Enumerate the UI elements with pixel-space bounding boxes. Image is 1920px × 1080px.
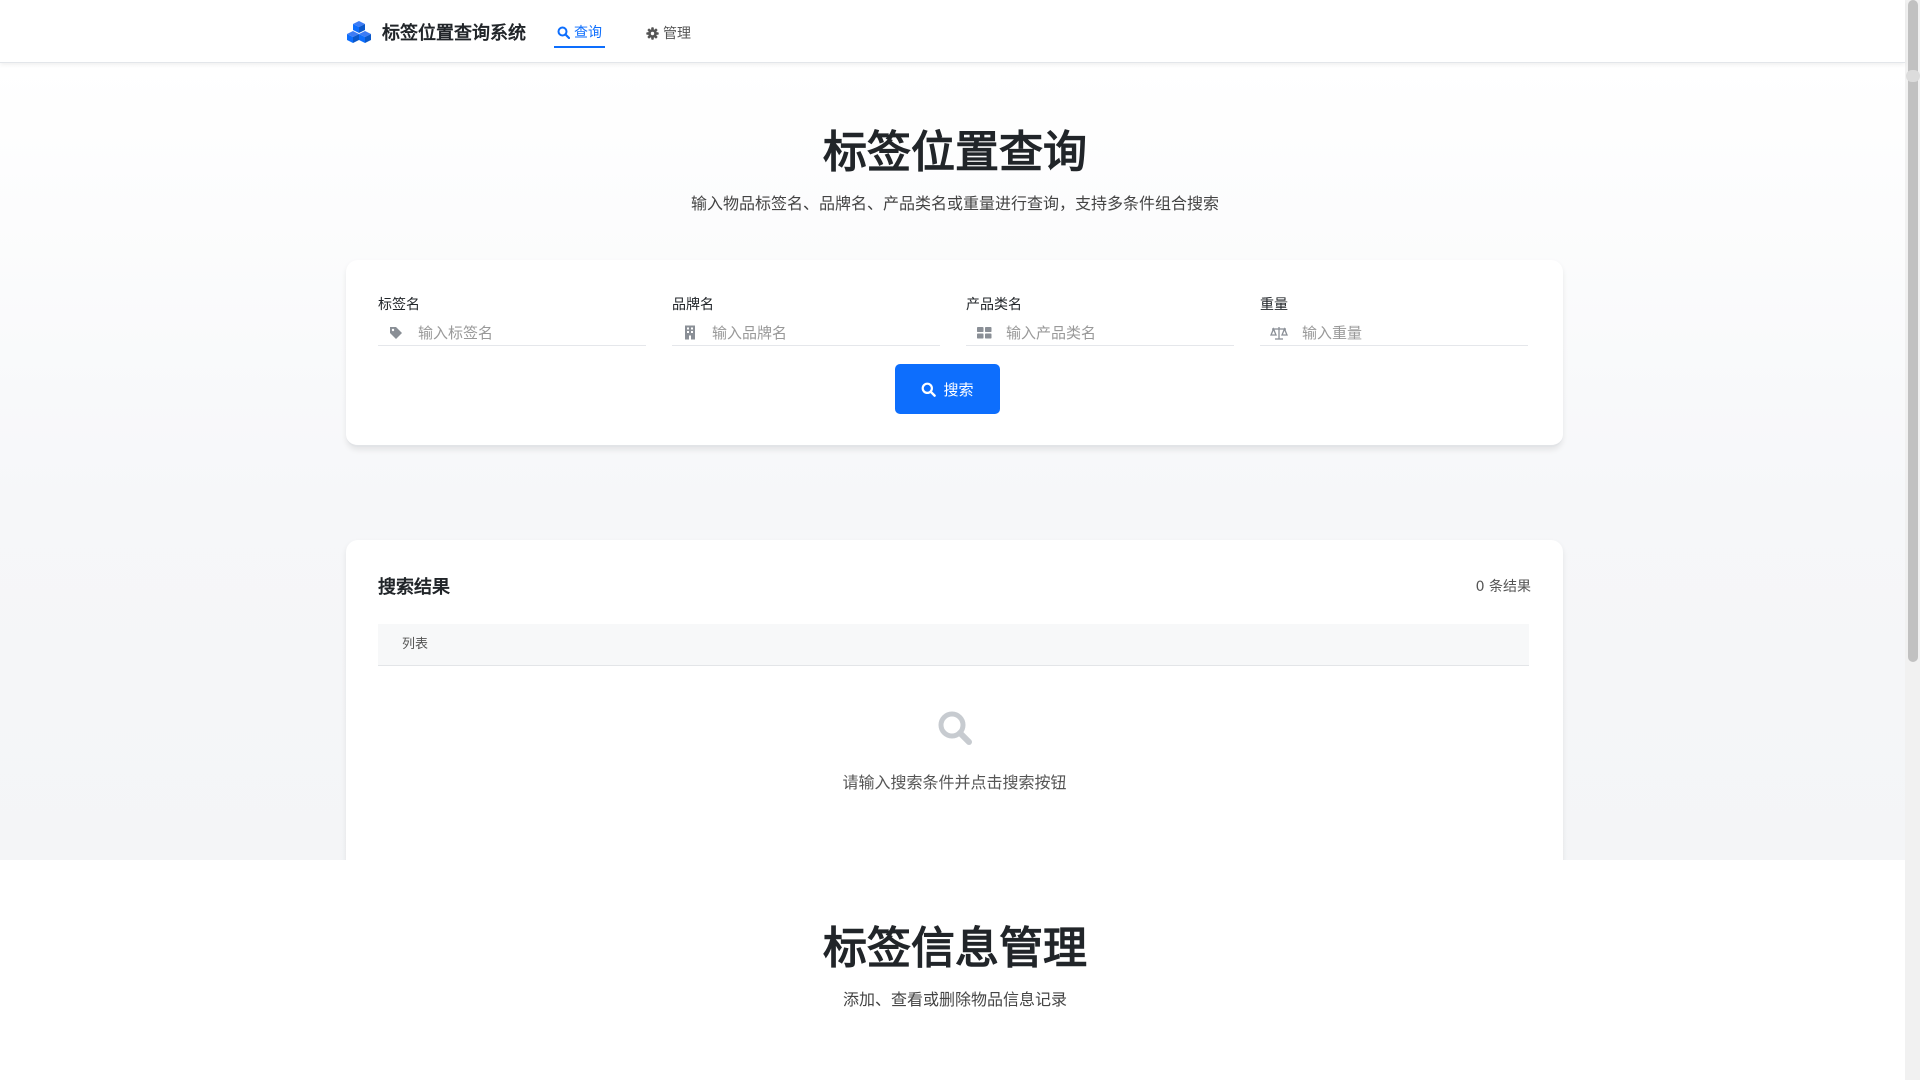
nav-tab-search-label: 查询 (574, 25, 602, 41)
manage-section: 标签信息管理 添加、查看或删除物品信息记录 (0, 860, 1905, 1080)
empty-state-search-icon (937, 710, 973, 750)
results-count: 0 条结果 (1475, 579, 1531, 595)
product-class-input[interactable] (1006, 323, 1206, 342)
manage-page-title: 标签信息管理 (823, 923, 1087, 974)
tag-name-field: 标签名 (378, 294, 646, 346)
empty-state-text: 请输入搜索条件并点击搜索按钮 (842, 773, 1067, 792)
search-icon (921, 382, 937, 397)
brand-title: 标签位置查询系统 (382, 23, 526, 44)
nav-tab-search[interactable]: 查询 (554, 20, 605, 48)
product-class-field: 产品类名 (966, 294, 1234, 346)
nav-tab-manage-label: 管理 (663, 26, 691, 42)
brand-name-input-box (672, 320, 940, 346)
product-class-label: 产品类名 (966, 297, 1022, 313)
scale-icon (1270, 325, 1288, 341)
results-table-header: 列表 (378, 624, 1529, 666)
page-scrollbar-nub (1906, 70, 1920, 82)
results-title: 搜索结果 (378, 577, 450, 598)
manage-page-subtitle: 添加、查看或删除物品信息记录 (842, 990, 1067, 1009)
tag-name-input-box (378, 320, 646, 346)
weight-input[interactable] (1302, 323, 1502, 342)
top-navbar: 标签位置查询系统 查询 管理 (0, 0, 1905, 63)
grid-icon (976, 325, 992, 341)
search-button[interactable]: 搜索 (895, 364, 1000, 414)
search-icon (557, 26, 570, 39)
main-nav: 查询 管理 (554, 20, 694, 48)
search-form-card: 标签名 品牌名 产品类名 (346, 260, 1563, 447)
weight-label: 重量 (1260, 297, 1288, 313)
search-page-title: 标签位置查询 (823, 127, 1087, 178)
weight-field: 重量 (1260, 294, 1528, 346)
gear-icon (646, 26, 659, 40)
column-header-list: 列表 (402, 637, 429, 652)
search-button-label: 搜索 (943, 380, 974, 399)
cubes-logo-icon (346, 20, 372, 44)
search-page-subtitle: 输入物品标签名、品牌名、产品类名或重量进行查询，支持多条件组合搜索 (690, 194, 1219, 213)
tag-name-input[interactable] (418, 323, 618, 342)
brand-name-label: 品牌名 (672, 297, 714, 313)
building-icon (682, 325, 698, 341)
page-scrollbar-track[interactable] (1905, 0, 1920, 1080)
search-section: 标签位置查询 输入物品标签名、品牌名、产品类名或重量进行查询，支持多条件组合搜索… (0, 64, 1905, 876)
brand-name-field: 品牌名 (672, 294, 940, 346)
nav-tab-manage[interactable]: 管理 (643, 20, 694, 48)
tag-icon (388, 325, 404, 341)
page-scrollbar-thumb[interactable] (1908, 0, 1918, 662)
brand[interactable]: 标签位置查询系统 (346, 18, 526, 46)
tag-name-label: 标签名 (378, 297, 420, 313)
product-class-input-box (966, 320, 1234, 346)
results-card: 搜索结果 0 条结果 列表 请输入搜索条件并点击搜索按钮 (346, 540, 1563, 876)
weight-input-box (1260, 320, 1528, 346)
brand-name-input[interactable] (712, 323, 912, 342)
